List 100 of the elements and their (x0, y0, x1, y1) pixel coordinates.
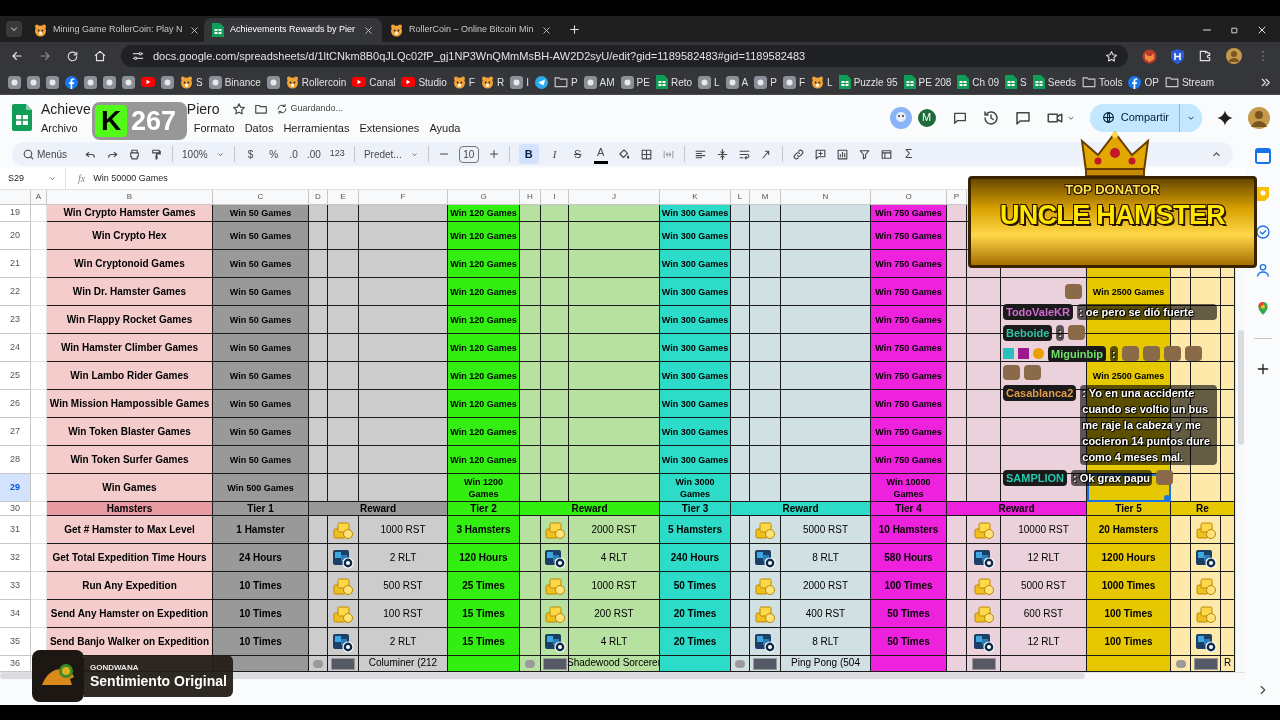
percent-format-button[interactable]: % (266, 144, 281, 164)
document-title[interactable]: Achieve (41, 98, 91, 120)
bookmark-link[interactable]: Rollercoin (285, 74, 347, 90)
bookmark-link[interactable]: Seeds (1032, 74, 1077, 90)
bookmark-link[interactable]: Stream (1164, 74, 1215, 90)
table-cell: Win 750 Games (871, 390, 947, 418)
name-box[interactable]: S29 (0, 167, 66, 190)
font-size-field[interactable]: 10 (458, 145, 479, 163)
browser-tab[interactable]: Mining Game RollerCoin: Play N (26, 18, 204, 42)
browser-tab[interactable]: RollerCoin – Online Bitcoin Min (382, 18, 560, 42)
bookmark-link[interactable]: Ch 09 (957, 74, 1000, 90)
row-header[interactable]: 33 (0, 572, 31, 600)
bookmark-link[interactable]: S (1005, 74, 1027, 90)
bookmark-link[interactable]: L (698, 74, 720, 90)
table-cell: 10000 RST (1001, 516, 1087, 544)
row-header[interactable]: 30 (0, 502, 31, 516)
logo-letter: K (95, 105, 127, 137)
bookmark-link[interactable]: Studio (401, 74, 447, 90)
table-cell: Tier 4 (871, 502, 947, 516)
zoom-dropdown[interactable]: 100% (182, 144, 225, 164)
menu-item[interactable]: Formato (193, 119, 235, 137)
menu-item[interactable]: Datos (244, 119, 274, 137)
table-cell: Win 120 Games (448, 278, 520, 306)
bookmark-link[interactable]: Puzzle 95 (838, 74, 898, 90)
search-menus-button[interactable]: Menús (22, 144, 75, 164)
number-format-button[interactable]: 123 (329, 144, 345, 164)
row-header[interactable]: 22 (0, 278, 31, 306)
artist-name: GONDWANA (90, 662, 140, 673)
chat-message: : Yo en una accidente cuando se voltio un bus me raje la cabeza y me cocieron 14 puntos dure como 4 meses mal. (1080, 385, 1217, 465)
bookmark-link[interactable]: AM (583, 74, 615, 90)
bookmark-link[interactable]: I (510, 74, 529, 90)
chat-username: Beboide (1006, 326, 1050, 341)
row-header[interactable]: 21 (0, 250, 31, 278)
bookmark-link[interactable]: Tools (1082, 74, 1123, 90)
formula-text[interactable]: Win 50000 Games (93, 171, 168, 186)
table-cell: Win 300 Games (660, 390, 731, 418)
table-cell: Win 120 Games (448, 222, 520, 250)
table-cell: 4 RLT (569, 628, 660, 656)
bookmark-link[interactable]: P (553, 74, 578, 90)
banner-title: UNCLE HAMSTER (999, 202, 1226, 229)
bookmark-link[interactable]: R (480, 74, 505, 90)
row-header[interactable]: 24 (0, 334, 31, 362)
bookmark-link[interactable]: Reto (655, 74, 693, 90)
row-header[interactable]: 19 (0, 205, 31, 222)
table-cell: Win 300 Games (660, 362, 731, 390)
table-cell: Win 50 Games (213, 278, 309, 306)
strikethrough-button[interactable]: S (570, 144, 585, 164)
bookmark-link[interactable]: S (180, 74, 203, 90)
collaborator-avatar[interactable]: M (915, 106, 938, 129)
table-cell: Win 750 Games (871, 250, 947, 278)
bookmark-link[interactable]: Binance (208, 74, 261, 90)
row-header[interactable]: 32 (0, 544, 31, 572)
table-cell: 8 RLT (781, 628, 871, 656)
tab-title: Mining Game RollerCoin: Play N (53, 23, 183, 37)
table-cell: 10 Hamsters (871, 516, 947, 544)
currency-format-button[interactable]: $ (243, 144, 258, 164)
bookmark-link[interactable]: F (452, 74, 475, 90)
row-header[interactable]: 31 (0, 516, 31, 544)
table-cell: 20 Hamsters (1087, 516, 1171, 544)
bold-button[interactable]: B (518, 144, 539, 164)
bookmark-link[interactable]: F (782, 74, 806, 90)
bookmark-link[interactable]: P (754, 74, 777, 90)
table-cell: Win 750 Games (871, 334, 947, 362)
font-dropdown[interactable]: Predet... (363, 144, 419, 164)
chat-message: : (1056, 325, 1065, 341)
document-title[interactable]: Piero (186, 98, 220, 120)
italic-button[interactable]: I (547, 144, 562, 164)
row-header[interactable]: 26 (0, 390, 31, 418)
bookmark-link[interactable]: PE (620, 74, 650, 90)
menu-item[interactable]: Archivo (41, 119, 78, 137)
row-header[interactable]: 35 (0, 628, 31, 656)
row-header[interactable]: 28 (0, 446, 31, 474)
menu-item[interactable]: Extensiones (359, 119, 420, 137)
bookmark-link[interactable]: PE 208 (903, 74, 952, 90)
browser-tab[interactable]: Achievements Rewards by Pier (204, 18, 382, 42)
row-header[interactable]: 34 (0, 600, 31, 628)
table-cell: Win 120 Games (448, 334, 520, 362)
address-bar[interactable]: docs.google.com/spreadsheets/d/1ltCNkm8B0qJLQc02fP_gj1NP3WnQMmMsBH-AW2D2syU/edit?gid=1189582483#gid=1189582483 (121, 45, 1128, 67)
bookmark-link[interactable]: Canal (352, 74, 396, 90)
row-header[interactable]: 27 (0, 418, 31, 446)
menu-item[interactable]: Herramientas (283, 119, 350, 137)
row-header[interactable]: 23 (0, 306, 31, 334)
bookmark-link[interactable]: OP (1128, 74, 1159, 90)
functions-button[interactable]: Σ (901, 144, 916, 164)
bookmark-link[interactable]: L (811, 74, 833, 90)
table-cell: Reward (309, 502, 448, 516)
row-header[interactable]: 36 (0, 656, 31, 672)
row-header[interactable]: 25 (0, 362, 31, 390)
table-cell: Win 50 Games (213, 222, 309, 250)
table-cell: 10 Times (213, 600, 309, 628)
row-header[interactable]: 20 (0, 222, 31, 250)
decrease-decimals-button[interactable]: .0 (289, 144, 298, 164)
menu-item[interactable]: Ayuda (429, 119, 461, 137)
bookmark-link[interactable]: A (725, 74, 749, 90)
table-cell: Win 50 Games (213, 250, 309, 278)
table-cell: 1000 RST (569, 572, 660, 600)
text-color-button[interactable]: A (593, 144, 608, 164)
row-header[interactable]: 29 (0, 474, 31, 502)
increase-decimals-button[interactable]: .00 (306, 144, 321, 164)
table-cell: Tier 3 (660, 502, 731, 516)
